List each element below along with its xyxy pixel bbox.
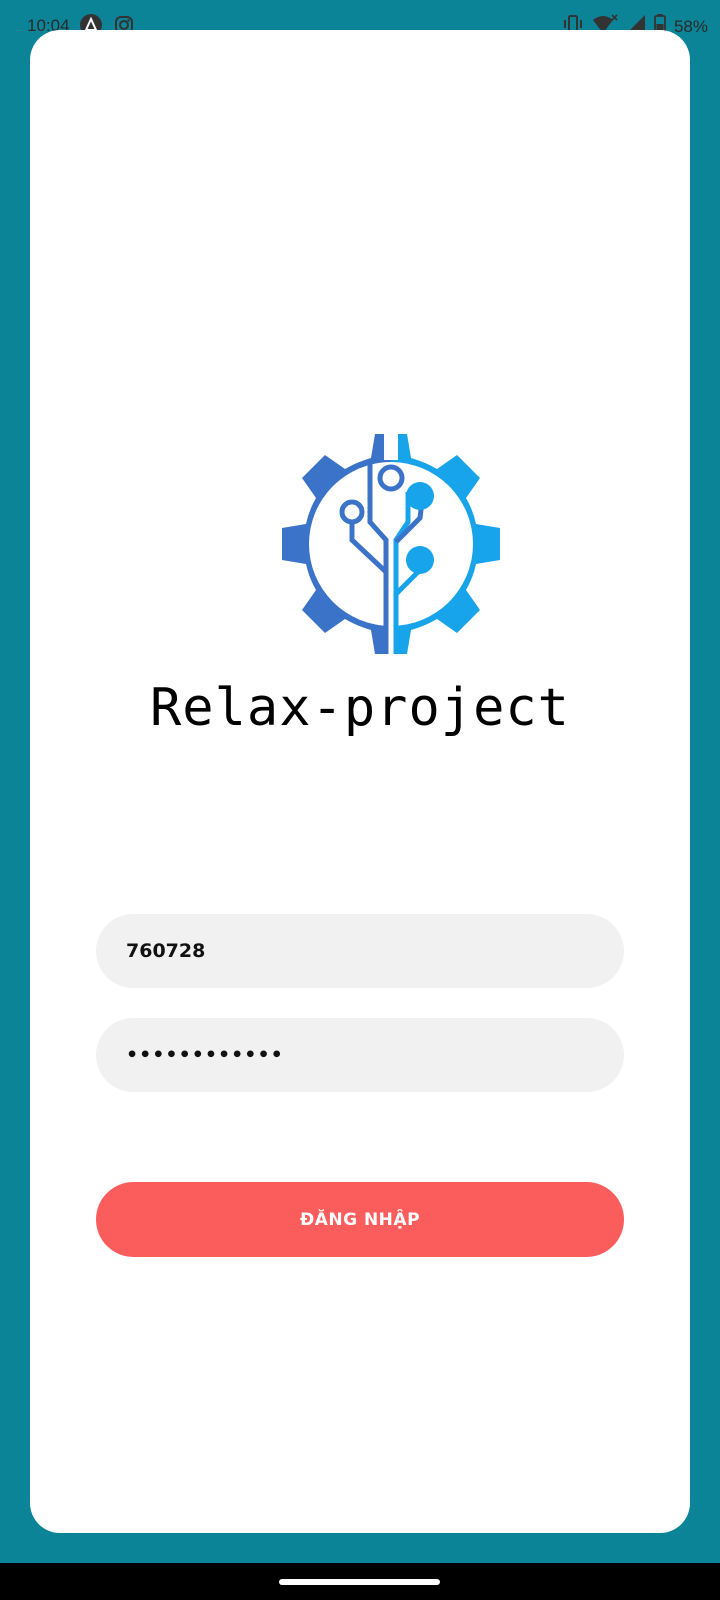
password-field[interactable]: •••••••••••• (96, 1018, 624, 1092)
home-indicator[interactable] (279, 1579, 440, 1585)
app-name: Relax-project (150, 678, 570, 738)
login-card: Relax-project 760728 •••••••••••• ĐĂNG N… (30, 30, 690, 1533)
login-button[interactable]: ĐĂNG NHẬP (96, 1182, 624, 1257)
gear-circuit-logo-icon (270, 422, 512, 664)
battery-percent: 58% (673, 16, 708, 36)
username-field[interactable]: 760728 (96, 914, 624, 988)
